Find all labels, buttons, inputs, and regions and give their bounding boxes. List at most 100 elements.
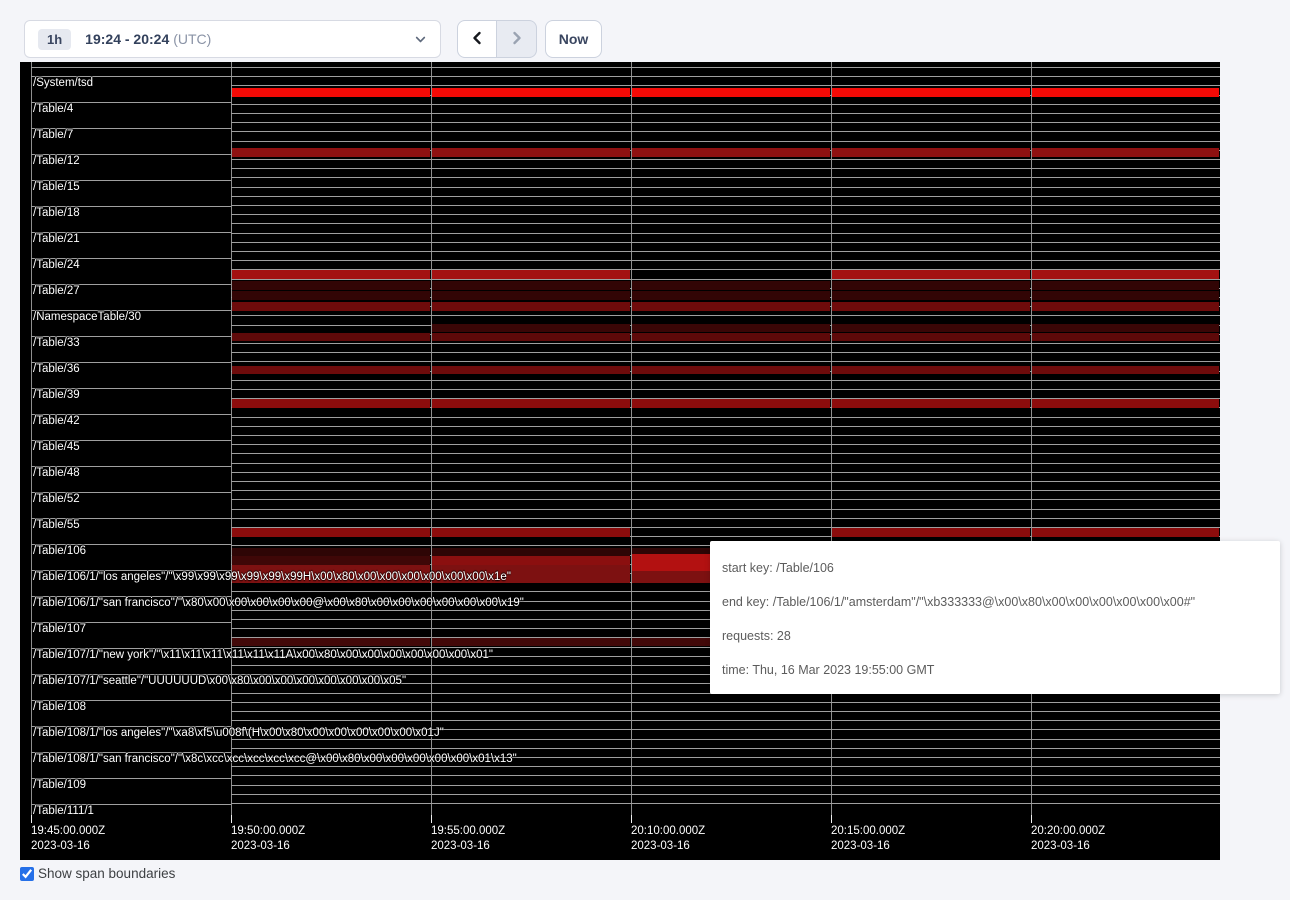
- heat-band[interactable]: [1032, 528, 1219, 537]
- span-boundary-line: [231, 380, 1220, 381]
- now-button[interactable]: Now: [545, 20, 602, 58]
- heat-band[interactable]: [1032, 281, 1219, 290]
- span-label: /Table/106/1/"los angeles"/"\x99\x99\x99…: [33, 571, 511, 583]
- span-label: /Table/24: [33, 259, 80, 271]
- heat-band[interactable]: [632, 302, 830, 311]
- heat-band[interactable]: [1032, 399, 1219, 408]
- heat-band[interactable]: [432, 281, 630, 290]
- span-label: /Table/111/1: [33, 805, 94, 817]
- prev-time-button[interactable]: [457, 20, 497, 58]
- span-boundary-line: [231, 481, 1220, 482]
- chevron-down-icon: [414, 33, 427, 46]
- heat-band[interactable]: [832, 148, 1030, 157]
- heat-band[interactable]: [832, 528, 1030, 537]
- span-boundary-line: [231, 785, 1220, 786]
- heat-band[interactable]: [432, 366, 630, 374]
- span-label: /Table/107: [33, 623, 86, 635]
- heat-band[interactable]: [632, 291, 830, 300]
- heat-band[interactable]: [832, 281, 1030, 290]
- axis-time-label: 19:55:00.000Z: [431, 824, 505, 838]
- heat-band[interactable]: [232, 88, 430, 97]
- heat-band[interactable]: [432, 638, 630, 646]
- span-boundary-line: [231, 361, 1220, 362]
- time-range-select[interactable]: 1h 19:24 - 20:24(UTC): [24, 20, 441, 58]
- heat-band[interactable]: [232, 366, 430, 374]
- heat-band[interactable]: [432, 399, 630, 408]
- heat-band[interactable]: [1032, 88, 1219, 97]
- heat-band[interactable]: [432, 302, 630, 311]
- span-boundary-line: [231, 766, 1220, 767]
- heat-band[interactable]: [632, 333, 830, 341]
- heat-band[interactable]: [432, 333, 630, 341]
- heat-band[interactable]: [232, 148, 430, 157]
- heat-band[interactable]: [232, 556, 430, 565]
- span-label: /Table/33: [33, 337, 80, 349]
- heat-band[interactable]: [232, 302, 430, 311]
- heat-band[interactable]: [232, 270, 430, 279]
- heat-band[interactable]: [632, 399, 830, 408]
- column-boundary-line: [631, 62, 632, 820]
- heat-band[interactable]: [232, 291, 430, 300]
- span-boundary-line: [231, 141, 1220, 142]
- span-boundary-line: [231, 205, 1220, 206]
- span-label: /Table/48: [33, 467, 80, 479]
- span-label: /Table/107/1/"new york"/"\x11\x11\x11\x1…: [33, 649, 493, 661]
- heat-band[interactable]: [232, 548, 430, 556]
- axis-tick: [231, 815, 232, 823]
- axis-date-label: 2023-03-16: [831, 839, 890, 853]
- heat-band[interactable]: [632, 281, 830, 290]
- span-label: /NamespaceTable/30: [33, 311, 141, 323]
- key-visualizer-heatmap[interactable]: /System/tsd/Table/4/Table/7/Table/12/Tab…: [20, 62, 1220, 860]
- span-boundary-line: [231, 315, 1220, 316]
- span-boundary-line: [231, 131, 1220, 132]
- heat-band[interactable]: [232, 399, 430, 408]
- span-boundary-line: [231, 389, 1220, 390]
- heat-band[interactable]: [832, 270, 1030, 279]
- heat-band[interactable]: [232, 528, 430, 537]
- show-span-boundaries-checkbox[interactable]: [20, 867, 34, 881]
- span-boundary-line: [231, 711, 1220, 712]
- axis-time-label: 19:50:00.000Z: [231, 824, 305, 838]
- span-boundary-line: [231, 233, 1220, 234]
- heat-band[interactable]: [632, 324, 830, 332]
- span-label: /Table/42: [33, 415, 80, 427]
- heat-band[interactable]: [832, 366, 1030, 374]
- heat-band[interactable]: [832, 88, 1030, 97]
- heat-band[interactable]: [1032, 366, 1219, 374]
- heat-band[interactable]: [832, 333, 1030, 341]
- heat-band[interactable]: [632, 148, 830, 157]
- heat-band[interactable]: [1032, 302, 1219, 311]
- axis-date-label: 2023-03-16: [431, 839, 490, 853]
- span-label: /Table/18: [33, 207, 80, 219]
- heat-band[interactable]: [432, 148, 630, 157]
- heat-band[interactable]: [432, 548, 630, 556]
- heat-band[interactable]: [832, 302, 1030, 311]
- heat-band[interactable]: [432, 556, 630, 565]
- heat-band[interactable]: [1032, 333, 1219, 341]
- heat-band[interactable]: [632, 88, 830, 97]
- heat-band[interactable]: [1032, 270, 1219, 279]
- heat-band[interactable]: [432, 88, 630, 97]
- span-label: /Table/108/1/"los angeles"/"\xa8\xf5\u00…: [33, 727, 444, 739]
- heat-band[interactable]: [232, 281, 430, 290]
- heat-band[interactable]: [1032, 148, 1219, 157]
- heat-band[interactable]: [632, 366, 830, 374]
- span-label: /Table/109: [33, 779, 86, 791]
- heat-band[interactable]: [832, 399, 1030, 408]
- heat-band[interactable]: [432, 324, 630, 332]
- span-label: /Table/45: [33, 441, 80, 453]
- heat-band[interactable]: [432, 270, 630, 279]
- hover-tooltip: start key: /Table/106 end key: /Table/10…: [710, 541, 1280, 694]
- heat-band[interactable]: [832, 291, 1030, 300]
- heat-band[interactable]: [432, 528, 630, 537]
- heat-band[interactable]: [1032, 291, 1219, 300]
- heat-band[interactable]: [1032, 324, 1219, 332]
- heat-band[interactable]: [232, 638, 430, 646]
- time-range-utc-suffix: (UTC): [173, 31, 211, 47]
- next-time-button[interactable]: [497, 20, 537, 58]
- span-boundary-line: [231, 168, 1220, 169]
- heat-band[interactable]: [432, 291, 630, 300]
- span-boundary-line: [31, 67, 231, 68]
- heat-band[interactable]: [232, 333, 430, 341]
- heat-band[interactable]: [832, 324, 1030, 332]
